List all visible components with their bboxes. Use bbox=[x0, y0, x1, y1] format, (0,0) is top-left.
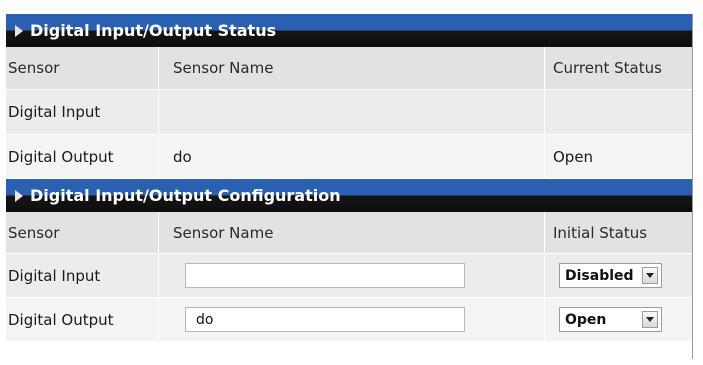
initial-status-value: Open bbox=[565, 311, 607, 328]
column-header-sensor-name: Sensor Name bbox=[158, 47, 544, 89]
initial-status-value: Disabled bbox=[565, 267, 634, 284]
row-sensor-name bbox=[158, 90, 544, 134]
row-sensor: Digital Output bbox=[8, 147, 114, 166]
row-sensor: Digital Input bbox=[8, 103, 101, 121]
row-sensor: Digital Output bbox=[8, 310, 114, 329]
column-header-initial-status: Initial Status bbox=[544, 212, 692, 253]
initial-status-cell: Disabled bbox=[544, 254, 692, 297]
row-current-status: Open bbox=[544, 135, 692, 178]
initial-status-select[interactable]: Open bbox=[559, 307, 662, 332]
config-section-title: Digital Input/Output Configuration bbox=[30, 186, 341, 205]
triangle-right-icon[interactable] bbox=[15, 189, 23, 202]
chevron-down-icon[interactable] bbox=[642, 267, 658, 284]
row-sensor-name: do bbox=[158, 135, 544, 178]
sensor-name-cell bbox=[158, 254, 544, 297]
sensor-name-cell bbox=[158, 298, 544, 341]
table-row: Digital Output do Open bbox=[6, 135, 692, 179]
status-table-header: Sensor Sensor Name Current Status bbox=[6, 47, 692, 90]
status-section-header[interactable]: Digital Input/Output Status bbox=[6, 14, 692, 47]
config-section-header[interactable]: Digital Input/Output Configuration bbox=[6, 179, 692, 212]
column-header-sensor-name: Sensor Name bbox=[158, 212, 544, 253]
table-row: Digital Input bbox=[6, 90, 692, 135]
table-row: Digital Output Open bbox=[6, 298, 692, 342]
column-header-current-status: Current Status bbox=[544, 47, 692, 89]
initial-status-select[interactable]: Disabled bbox=[559, 263, 662, 288]
sensor-name-input[interactable] bbox=[185, 263, 465, 288]
triangle-right-icon[interactable] bbox=[15, 24, 23, 37]
chevron-down-icon[interactable] bbox=[642, 311, 658, 328]
column-header-sensor: Sensor bbox=[8, 223, 60, 242]
row-sensor: Digital Input bbox=[8, 266, 101, 285]
status-section-title: Digital Input/Output Status bbox=[30, 21, 277, 40]
column-header-sensor: Sensor bbox=[8, 59, 60, 77]
io-panel: Digital Input/Output Status Sensor Senso… bbox=[6, 14, 693, 359]
row-current-status bbox=[544, 90, 692, 134]
config-table-header: Sensor Sensor Name Initial Status bbox=[6, 212, 692, 254]
initial-status-cell: Open bbox=[544, 298, 692, 341]
table-row: Digital Input Disabled bbox=[6, 254, 692, 298]
sensor-name-input[interactable] bbox=[185, 307, 465, 332]
